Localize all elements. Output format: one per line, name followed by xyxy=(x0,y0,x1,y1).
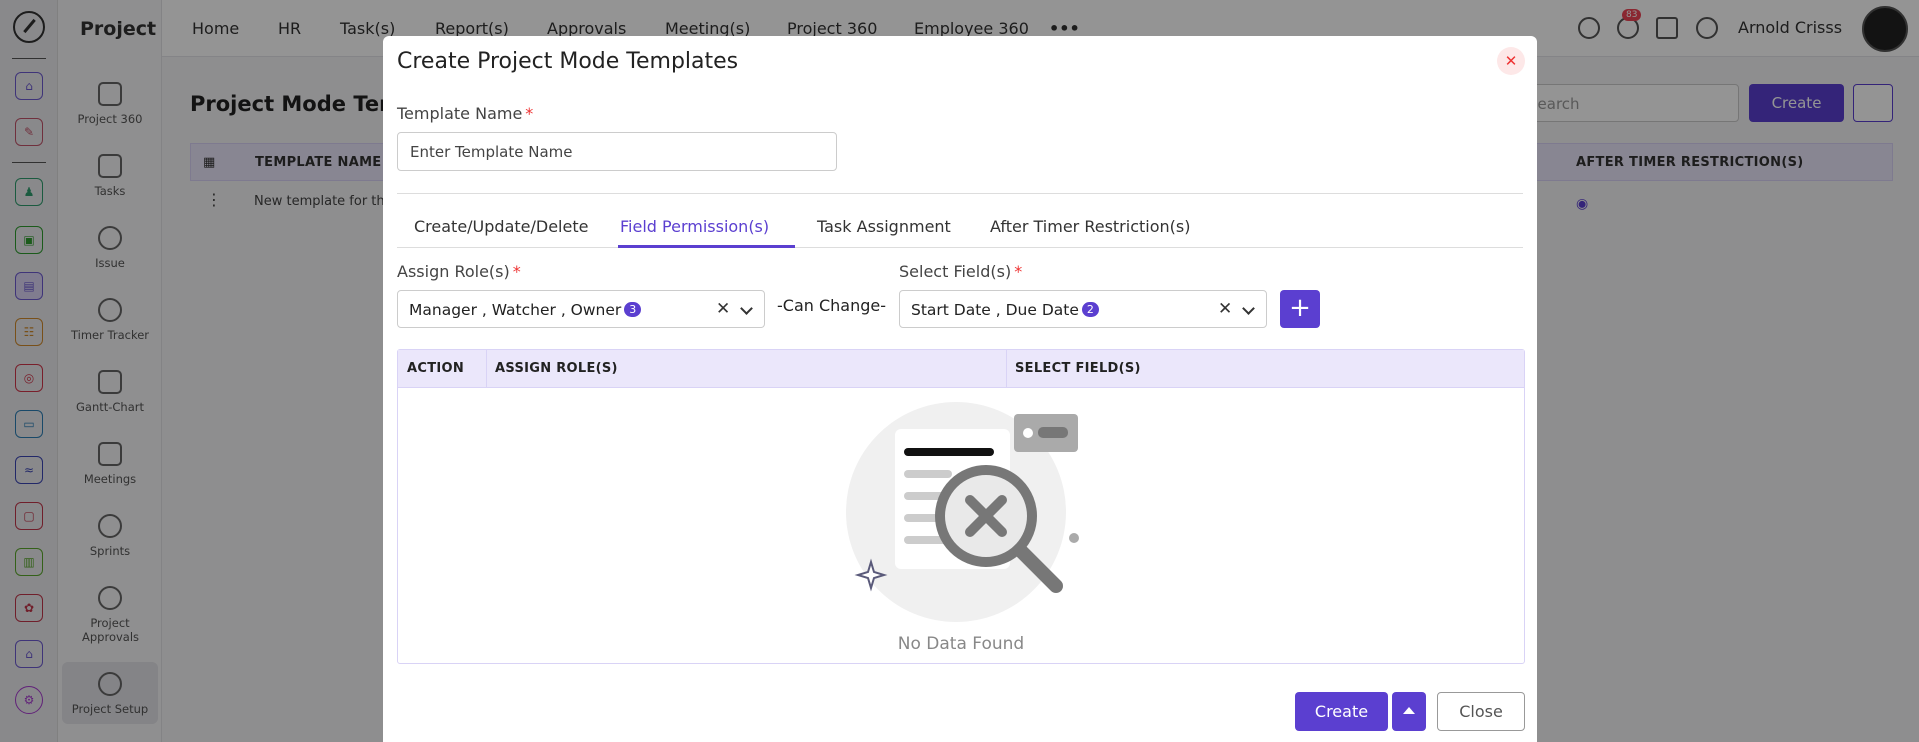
modal-title: Create Project Mode Templates xyxy=(397,49,739,74)
select-fields-select[interactable]: Start Date , Due Date 2 ✕ xyxy=(899,290,1267,328)
clear-icon[interactable]: ✕ xyxy=(1218,299,1232,319)
column-header: ACTION xyxy=(407,361,465,376)
create-button[interactable]: Create xyxy=(1295,692,1388,731)
template-name-input[interactable] xyxy=(397,132,837,171)
column-header: ASSIGN ROLE(S) xyxy=(495,361,618,376)
tab-bar: Create/Update/Delete Field Permission(s)… xyxy=(397,210,1523,248)
required-mark: * xyxy=(512,262,521,281)
selected-fields: Start Date , Due Date xyxy=(911,301,1079,319)
assign-roles-select[interactable]: Manager , Watcher , Owner 3 ✕ xyxy=(397,290,765,328)
active-tab-indicator xyxy=(618,245,795,248)
tab-task-assignment[interactable]: Task Assignment xyxy=(817,217,951,236)
tab-field-permissions[interactable]: Field Permission(s) xyxy=(620,217,769,236)
select-value: Start Date , Due Date 2 xyxy=(911,301,1099,319)
select-fields-label: Select Field(s) * xyxy=(899,262,1022,281)
permissions-table: ACTION ASSIGN ROLE(S) SELECT FIELD(S) No… xyxy=(397,349,1525,664)
label-text: Template Name xyxy=(397,104,523,123)
tab-create-update-delete[interactable]: Create/Update/Delete xyxy=(414,217,588,236)
close-button[interactable]: Close xyxy=(1437,692,1525,731)
label-text: Assign Role(s) xyxy=(397,262,510,281)
chevron-up-icon[interactable] xyxy=(1392,692,1426,731)
count-badge: 3 xyxy=(624,302,642,317)
label-text: Select Field(s) xyxy=(899,262,1012,281)
tab-after-timer-restrictions[interactable]: After Timer Restriction(s) xyxy=(990,217,1190,236)
select-value: Manager , Watcher , Owner 3 xyxy=(409,301,642,319)
can-change-label: -Can Change- xyxy=(777,296,887,315)
selected-roles: Manager , Watcher , Owner xyxy=(409,301,622,319)
assign-roles-label: Assign Role(s) * xyxy=(397,262,521,281)
required-mark: * xyxy=(525,104,534,123)
create-template-modal: Create Project Mode Templates ✕ Template… xyxy=(383,36,1537,742)
add-permission-button[interactable]: + xyxy=(1280,290,1320,328)
clear-icon[interactable]: ✕ xyxy=(716,299,730,319)
table-header: ACTION ASSIGN ROLE(S) SELECT FIELD(S) xyxy=(398,350,1524,388)
column-divider xyxy=(1006,350,1007,388)
close-icon[interactable]: ✕ xyxy=(1497,47,1525,75)
column-divider xyxy=(486,350,487,388)
empty-state-text: No Data Found xyxy=(897,634,1025,654)
count-badge: 2 xyxy=(1081,302,1099,317)
chevron-down-icon[interactable] xyxy=(740,302,753,315)
required-mark: * xyxy=(1014,262,1023,281)
divider xyxy=(397,193,1523,194)
template-name-label: Template Name * xyxy=(397,104,533,123)
no-data-illustration-icon xyxy=(846,402,1079,622)
chevron-down-icon[interactable] xyxy=(1242,302,1255,315)
column-header: SELECT FIELD(S) xyxy=(1015,361,1141,376)
